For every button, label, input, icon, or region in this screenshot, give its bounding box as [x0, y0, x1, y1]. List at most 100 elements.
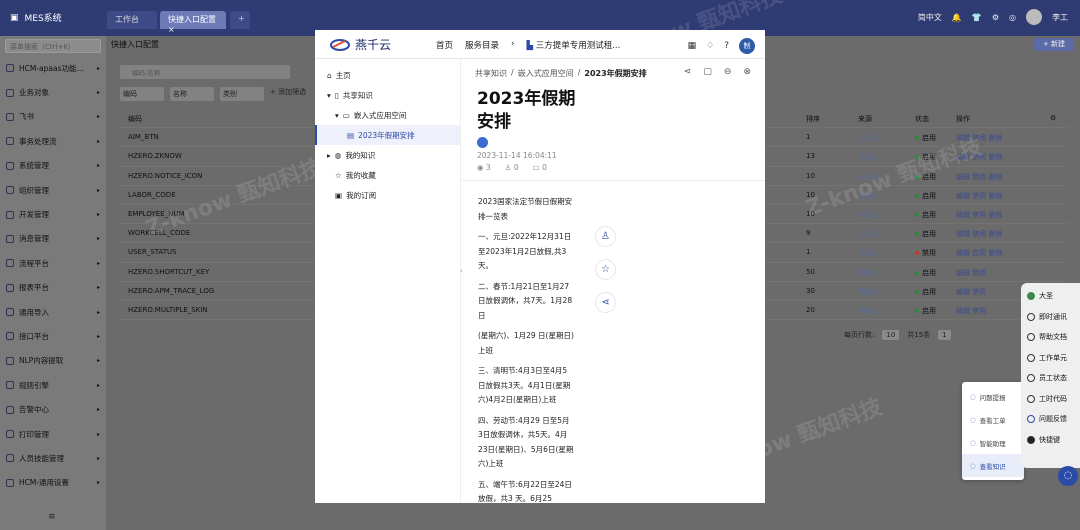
menu-item-view-tickets[interactable]: ◌ 查看工单: [962, 408, 1024, 431]
filter-code[interactable]: 编码: [120, 87, 164, 101]
filter-category[interactable]: 类别: [220, 87, 264, 101]
sidebar-item[interactable]: 系统管理 ▸: [0, 154, 106, 178]
sidebar-item[interactable]: 报表平台 ▸: [0, 276, 106, 300]
tree-item-holiday-2023[interactable]: ▤ 2023年假期安排: [315, 125, 460, 145]
menu-search-input[interactable]: 菜单搜索（Ctrl+K）: [5, 39, 101, 53]
robot-icon: [1027, 292, 1035, 301]
sidebar-item[interactable]: 通用导入 ▸: [0, 300, 106, 324]
menu-icon: [6, 381, 14, 390]
row-actions[interactable]: 编辑 禁用 删除: [956, 191, 1002, 201]
avatar[interactable]: [1026, 9, 1042, 25]
cell-status: 启用: [915, 191, 936, 201]
toolbar-item-labor-code[interactable]: 工时代码: [1021, 389, 1080, 410]
row-actions[interactable]: 编辑 启用 删除: [956, 248, 1002, 258]
sidebar-item[interactable]: NLP内容提取 ▸: [0, 349, 106, 373]
bookmark-icon[interactable]: ▢: [703, 67, 712, 77]
share-icon[interactable]: ⋖: [684, 67, 692, 77]
tree-item-home[interactable]: ⌂ 主页: [315, 65, 460, 85]
sidebar-item[interactable]: 告警中心 ▸: [0, 397, 106, 421]
toolbar-item-employee-status[interactable]: 员工状态: [1021, 368, 1080, 389]
row-actions[interactable]: 编辑 禁用: [956, 268, 986, 278]
help-icon[interactable]: ?: [724, 41, 729, 51]
close-icon[interactable]: ×: [168, 25, 175, 34]
article-paragraph: (星期六)、1月29 日(星期日)上班: [478, 331, 574, 355]
sidebar-item[interactable]: 打印管理 ▸: [0, 422, 106, 446]
author-avatar[interactable]: [477, 137, 488, 148]
chat-bubble-icon[interactable]: ◌: [1058, 466, 1078, 486]
toolbar-item-feedback[interactable]: 问题反馈: [1021, 409, 1080, 430]
tab-workbench[interactable]: 工作台: [107, 11, 157, 29]
globe-icon[interactable]: ◎: [1009, 13, 1016, 22]
close-icon[interactable]: ⊗: [743, 67, 751, 77]
sidebar-item[interactable]: 流程平台 ▸: [0, 251, 106, 275]
sidebar-item[interactable]: 开发管理 ▸: [0, 202, 106, 226]
tree-item-shared[interactable]: ▾ ▯ 共享知识: [315, 85, 460, 105]
site-switcher[interactable]: 简中文: [918, 12, 942, 23]
sidebar-item[interactable]: HCM-通用设置 ▸: [0, 471, 106, 495]
row-actions[interactable]: 编辑 禁用 删除: [956, 210, 1002, 220]
caret-right-icon: ▸: [96, 235, 100, 243]
row-actions[interactable]: 编辑 禁用 删除: [956, 172, 1002, 182]
nav-tenant[interactable]: ▙ 三方提单专用测试租...: [526, 39, 620, 51]
sidebar-item-label: 消息管理: [19, 234, 49, 244]
cell-seq: 50: [806, 267, 815, 276]
toolbar-item-workcell[interactable]: 工作单元: [1021, 348, 1080, 369]
menu-item-view-knowledge[interactable]: ◌ 查看知识: [962, 454, 1024, 477]
menu-item-assistant[interactable]: ◌ 智能助理: [962, 431, 1024, 454]
bell-icon[interactable]: ♢: [706, 41, 714, 51]
sidebar-item[interactable]: 事务处理流 ▸: [0, 129, 106, 153]
favorite-button[interactable]: ☆: [595, 259, 616, 280]
filter-name[interactable]: 名称: [170, 87, 214, 101]
nav-service-catalog[interactable]: 服务目录: [465, 39, 499, 51]
caret-right-icon: ▸: [96, 284, 100, 292]
sidebar-item[interactable]: 组织管理 ▸: [0, 178, 106, 202]
user-name[interactable]: 李工: [1052, 12, 1068, 23]
status-dot: [915, 251, 919, 256]
more-icon[interactable]: ⊖: [724, 67, 732, 77]
share-button[interactable]: ⋖: [595, 292, 616, 313]
toolbar-item-shortcut[interactable]: 快捷键: [1021, 430, 1080, 451]
sidebar-item[interactable]: 人员技能管理 ▸: [0, 446, 106, 470]
sidebar-item[interactable]: 飞书 ▸: [0, 105, 106, 129]
settings-icon[interactable]: ⚙: [1050, 114, 1056, 122]
avatar[interactable]: 制: [739, 38, 755, 54]
toolbar-item-dasheng[interactable]: 大圣: [1021, 286, 1080, 307]
sidebar-item[interactable]: HCM-apaas功能... ▸: [0, 56, 106, 80]
nav-home[interactable]: 首页: [436, 39, 453, 51]
toolbar-label: 大圣: [1039, 292, 1053, 301]
knowledge-icon: ◍: [334, 150, 342, 160]
calendar-icon[interactable]: ▦: [688, 41, 697, 51]
add-filter-button[interactable]: + 添加筛选: [270, 87, 306, 101]
search-input[interactable]: 编码,名称: [120, 65, 290, 79]
tree-item-favorites[interactable]: ☆ 我的收藏: [315, 165, 460, 185]
tree-item-subscriptions[interactable]: ▣ 我的订阅: [315, 185, 460, 205]
article-paragraph: 2023国家法定节假日假期安排一览表: [478, 197, 573, 221]
dialog-logo[interactable]: 燕千云: [329, 36, 391, 53]
like-button[interactable]: ♙: [595, 226, 616, 247]
add-tab-button[interactable]: +: [230, 11, 250, 29]
breadcrumb-item[interactable]: 嵌入式应用空间: [518, 68, 574, 79]
settings-icon[interactable]: ⚙: [992, 13, 999, 22]
menu-item-report-issue[interactable]: ◌ 问题提报: [962, 385, 1024, 408]
tree-item-my-knowledge[interactable]: ▸ ◍ 我的知识: [315, 145, 460, 165]
row-actions[interactable]: 编辑 禁用: [956, 306, 986, 316]
sidebar-item[interactable]: 接口平台 ▸: [0, 324, 106, 348]
row-actions[interactable]: 编辑 禁用: [956, 287, 986, 297]
new-button[interactable]: + 新建: [1034, 38, 1074, 51]
sidebar-item[interactable]: 规则引擎 ▸: [0, 373, 106, 397]
collapse-menu-icon[interactable]: ≡: [48, 512, 56, 522]
sidebar-item[interactable]: 消息管理 ▸: [0, 227, 106, 251]
breadcrumb-item[interactable]: 共享知识: [475, 68, 507, 79]
tree-item-embedded-space[interactable]: ▾ ▭ 嵌入式应用空间: [315, 105, 460, 125]
toolbar-item-help[interactable]: 帮助文档: [1021, 327, 1080, 348]
bell-icon[interactable]: 🔔: [952, 13, 962, 22]
collapse-handle-icon[interactable]: ‹: [460, 267, 463, 275]
folder-icon: ▭: [342, 110, 350, 120]
toolbar-item-im[interactable]: 即时通讯: [1021, 307, 1080, 328]
page-size-select[interactable]: 10: [882, 330, 900, 340]
page-number-button[interactable]: 1: [938, 330, 951, 340]
shirt-icon[interactable]: 👕: [972, 13, 982, 22]
tab-shortcut-config[interactable]: 快捷入口配置 ×: [160, 11, 226, 34]
sidebar-item[interactable]: 业务对象 ▸: [0, 80, 106, 104]
row-actions[interactable]: 编辑 禁用 删除: [956, 229, 1002, 239]
